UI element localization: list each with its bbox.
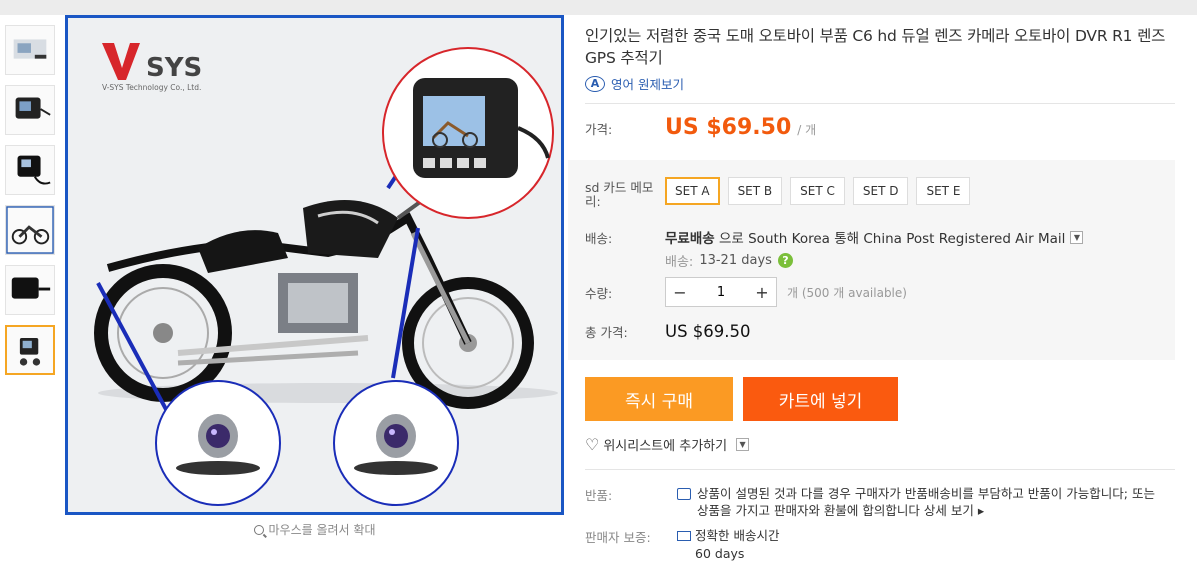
shipping-method-text: 으로 South Korea 통해 China Post Registered …: [718, 231, 1066, 247]
wishlist-label: 위시리스트에 추가하기: [603, 439, 728, 454]
available-stock: 개 (500 개 available): [787, 285, 907, 300]
total-label: 총 가격:: [585, 325, 628, 340]
buy-now-button[interactable]: 즉시 구매: [585, 377, 733, 421]
wishlist-button[interactable]: ♡ 위시리스트에 추가하기 ▼: [585, 435, 750, 454]
quantity-row: 수량: − + 개 (500 개 available): [585, 277, 1175, 307]
add-to-cart-button[interactable]: 카트에 넣기: [743, 377, 898, 421]
return-policy-row: 반품: 상품이 설명된 것과 다를 경우 구매자가 반품배송비를 부담하고 반품…: [585, 485, 1175, 519]
price-label: 가격:: [585, 122, 613, 137]
price-value: US $69.50: [665, 115, 792, 140]
thumbnail-2[interactable]: [5, 85, 55, 135]
seller-guarantee-row: 판매자 보증: 정확한 배송시간 60 days: [585, 527, 1175, 563]
svg-text:SYS: SYS: [146, 53, 202, 83]
svg-text:V-SYS Technology Co., Ltd.: V-SYS Technology Co., Ltd.: [102, 83, 201, 92]
heart-plus-icon: ♡: [585, 435, 600, 454]
magnifier-icon: [253, 525, 264, 535]
sku-option-set-e[interactable]: SET E: [916, 177, 971, 205]
view-original-label: 영어 원제보기: [611, 77, 684, 92]
guarantee-label: 판매자 보증:: [585, 530, 651, 545]
total-value: US $69.50: [665, 322, 751, 341]
return-policy-text: 상품이 설명된 것과 다를 경우 구매자가 반품배송비를 부담하고 반품이 가능…: [677, 485, 1167, 519]
sku-option-set-c[interactable]: SET C: [790, 177, 845, 205]
shipping-row: 배송: 무료배송 으로 South Korea 통해 China Post Re…: [585, 227, 1175, 270]
product-info-panel: 인기있는 저렴한 중국 도매 오토바이 부품 C6 hd 듀얼 렌즈 카메라 오…: [568, 25, 1175, 561]
guarantee-item: 정확한 배송시간: [695, 528, 780, 543]
delivery-days-label: 배송:: [665, 255, 694, 270]
sku-row: sd 카드 메모리: SET A SET B SET C SET D SET E: [585, 177, 1175, 209]
truck-icon: [677, 531, 691, 541]
thumbnail-6-selected[interactable]: [5, 325, 55, 375]
delivery-days-value: 13-21 days: [699, 253, 772, 268]
price-row: 가격: US $69.50 / 개: [585, 115, 1175, 140]
product-title: 인기있는 저렴한 중국 도매 오토바이 부품 C6 hd 듀얼 렌즈 카메라 오…: [585, 27, 1166, 67]
total-row: 총 가격: US $69.50: [585, 322, 1175, 341]
price-unit: / 개: [797, 123, 817, 137]
guarantee-content: 정확한 배송시간 60 days: [677, 527, 779, 563]
return-icon: [677, 488, 691, 500]
top-bar: [0, 0, 1197, 15]
thumbnail-list: [5, 25, 55, 385]
help-icon[interactable]: ?: [777, 253, 793, 268]
divider: [585, 469, 1175, 470]
wishlist-dropdown-icon[interactable]: ▼: [736, 438, 750, 451]
shipping-dropdown-icon[interactable]: ▼: [1070, 230, 1084, 244]
sku-options: SET A SET B SET C SET D SET E: [665, 177, 971, 205]
quantity-input[interactable]: [694, 284, 748, 300]
view-original-link[interactable]: A 영어 원제보기: [585, 74, 1175, 93]
zoom-hint-text: 마우스를 올려서 확대: [268, 523, 376, 537]
quantity-label: 수량:: [585, 285, 613, 301]
translate-icon: A: [585, 75, 605, 92]
front-lens-callout: [333, 380, 459, 506]
main-product-image[interactable]: SYS V-SYS Technology Co., Ltd.: [65, 15, 564, 515]
quantity-decrease-button[interactable]: −: [666, 283, 694, 302]
sku-label: sd 카드 메모리:: [585, 180, 654, 209]
divider: [585, 103, 1175, 104]
thumbnail-4[interactable]: [5, 205, 55, 255]
free-shipping-text: 무료배송: [665, 231, 715, 247]
guarantee-days: 60 days: [695, 546, 745, 561]
quantity-increase-button[interactable]: +: [748, 283, 776, 302]
thumbnail-5[interactable]: [5, 265, 55, 315]
quantity-stepper: − +: [665, 277, 777, 307]
sku-option-set-a[interactable]: SET A: [665, 177, 720, 205]
sku-option-set-d[interactable]: SET D: [852, 177, 909, 205]
shipping-label: 배송:: [585, 230, 613, 246]
return-label: 반품:: [585, 488, 613, 503]
return-details-link[interactable]: 상세 보기 ▸: [924, 503, 984, 518]
thumbnail-1[interactable]: [5, 25, 55, 75]
delivery-days: 배송: 13-21 days ?: [665, 251, 1175, 270]
thumbnail-3[interactable]: [5, 145, 55, 195]
zoom-hint: 마우스를 올려서 확대: [65, 521, 564, 538]
action-buttons: 즉시 구매 카트에 넣기: [585, 377, 898, 421]
sku-option-set-b[interactable]: SET B: [727, 177, 783, 205]
